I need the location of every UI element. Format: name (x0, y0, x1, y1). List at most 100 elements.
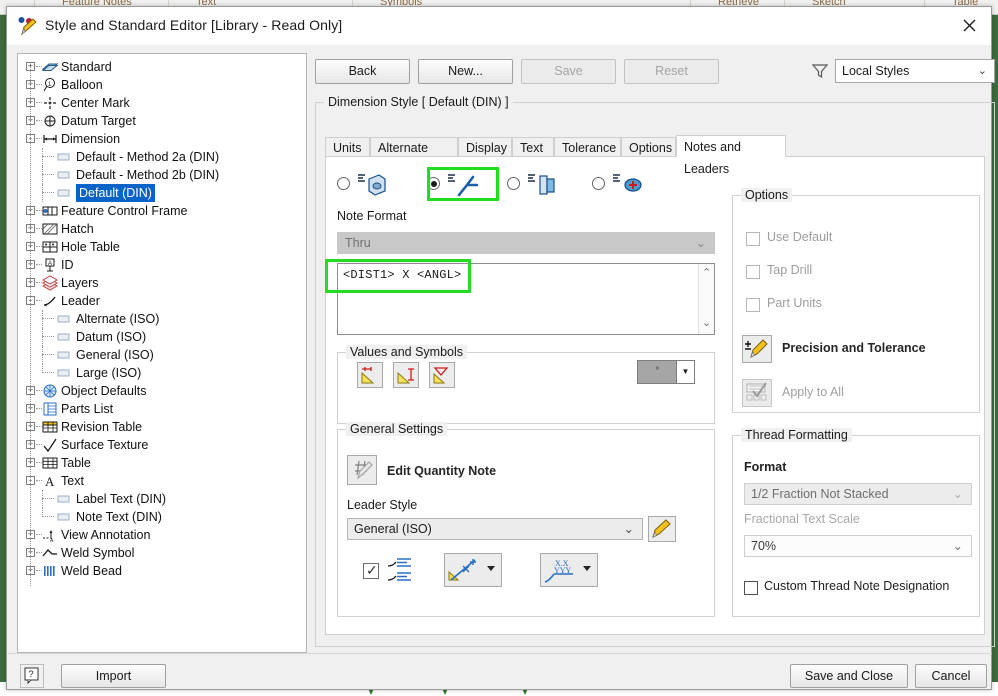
datum-target-icon (42, 113, 58, 129)
tab-units[interactable]: Units (325, 137, 370, 157)
radio-button[interactable] (337, 177, 350, 190)
leader-style-value: General (ISO) (354, 522, 432, 536)
checkbox-part-units[interactable] (746, 298, 760, 312)
leader-stacked-text-split-button[interactable]: X.X YYY (540, 553, 598, 587)
fractional-text-scale-dropdown[interactable]: 70% ⌄ (744, 535, 972, 557)
chamfer-distance2-icon-button[interactable] (393, 362, 419, 388)
tree-item[interactable]: General (ISO) (18, 346, 306, 364)
tree-item[interactable]: + A View Annotation (18, 526, 306, 544)
tree-item-label: Default (DIN) (76, 184, 155, 202)
id-icon: A (42, 257, 58, 273)
edit-quantity-note-button[interactable] (347, 455, 377, 485)
new-button[interactable]: New... (418, 59, 513, 84)
save-and-close-button[interactable]: Save and Close (790, 664, 908, 688)
tree-item[interactable]: Datum (ISO) (18, 328, 306, 346)
leader-style-dropdown[interactable]: General (ISO) ⌄ (347, 518, 643, 540)
tree-item[interactable]: + Hatch (18, 220, 306, 238)
tree-item[interactable]: + Layers (18, 274, 306, 292)
tree-item-label: Note Text (DIN) (76, 510, 162, 524)
symbol-dropdown[interactable]: ° ▼ (637, 360, 695, 384)
tree-item[interactable]: + Center Mark (18, 94, 306, 112)
tree-item[interactable]: + Weld Symbol (18, 544, 306, 562)
radio-button[interactable] (507, 177, 520, 190)
edit-leader-style-button[interactable] (648, 516, 676, 542)
tree-item[interactable]: + Hole Table (18, 238, 306, 256)
tab-tolerance[interactable]: Tolerance (554, 137, 621, 157)
tree-item[interactable]: - Leader (18, 292, 306, 310)
tree-item[interactable]: Default - Method 2b (DIN) (18, 166, 306, 184)
bend-note-icon[interactable] (612, 173, 642, 202)
tree-connector (42, 516, 54, 517)
radio-button[interactable] (592, 177, 605, 190)
close-button[interactable] (947, 7, 991, 43)
reset-button[interactable]: Reset (624, 59, 719, 84)
tree-item-label: Leader (61, 294, 100, 308)
note-type-option-1[interactable] (337, 173, 397, 197)
style-filter-dropdown[interactable]: Local Styles ⌄ (835, 59, 995, 83)
tree-connector (42, 310, 43, 328)
scroll-down-icon[interactable]: ⌄ (702, 316, 711, 329)
tree-item[interactable]: Note Text (DIN) (18, 508, 306, 526)
chamfer-distance-icon-button[interactable] (357, 362, 383, 388)
note-textarea-scrollbar[interactable]: ⌃ ⌄ (698, 264, 714, 334)
tree-item[interactable]: +1 Balloon (18, 76, 306, 94)
tree-item[interactable]: Label Text (DIN) (18, 490, 306, 508)
back-button[interactable]: Back (315, 59, 410, 84)
help-icon[interactable]: ? (20, 664, 44, 688)
tab-notes-and-leaders[interactable]: Notes and Leaders (676, 135, 786, 176)
apply-to-all-button[interactable] (742, 379, 772, 407)
note-format-label: Note Format (337, 209, 407, 223)
chamfer-angle-icon-button[interactable] (429, 362, 455, 388)
tree-item[interactable]: + Standard (18, 58, 306, 76)
punch-note-icon[interactable] (527, 173, 557, 202)
chevron-down-icon[interactable] (487, 566, 495, 571)
tree-item[interactable]: + Weld Bead (18, 562, 306, 580)
leader-arrowhead-split-button[interactable] (444, 553, 502, 587)
tree-item[interactable]: + Object Defaults (18, 382, 306, 400)
tree-item[interactable]: + A ID (18, 256, 306, 274)
import-button[interactable]: Import (61, 664, 166, 688)
tree-item[interactable]: - A Text (18, 472, 306, 490)
note-type-option-3[interactable] (507, 173, 567, 197)
chevron-down-icon[interactable] (583, 566, 591, 571)
symbol-dropdown-arrow[interactable]: ▼ (676, 361, 694, 383)
tree-item[interactable]: + Feature Control Frame (18, 202, 306, 220)
tree-item[interactable]: + Datum Target (18, 112, 306, 130)
tree-item[interactable]: + Parts List (18, 400, 306, 418)
svg-text:A: A (50, 538, 54, 543)
dimension-style-tabs[interactable]: UnitsAlternate UnitsDisplayTextTolerance… (325, 135, 985, 176)
footer-divider (8, 653, 992, 654)
thread-format-dropdown[interactable]: 1/2 Fraction Not Stacked ⌄ (744, 483, 972, 505)
hole-note-icon[interactable] (357, 173, 387, 202)
checkbox-tap-drill[interactable] (746, 265, 760, 279)
tree-item[interactable]: - Dimension (18, 130, 306, 148)
tree-item-label: Center Mark (61, 96, 130, 110)
tab-text[interactable]: Text (512, 137, 554, 157)
checkbox-use-default[interactable] (746, 232, 760, 246)
tree-item-label: Default - Method 2a (DIN) (76, 150, 220, 164)
scroll-up-icon[interactable]: ⌃ (702, 266, 711, 279)
tree-item-label: Layers (61, 276, 99, 290)
tab-options[interactable]: Options (621, 137, 676, 157)
custom-thread-note-designation-checkbox[interactable] (744, 581, 758, 595)
tree-item-label: Object Defaults (61, 384, 147, 398)
tab-display[interactable]: Display (458, 137, 512, 157)
tab-alternate-units[interactable]: Alternate Units (370, 137, 458, 175)
tree-item[interactable]: Large (ISO) (18, 364, 306, 382)
note-format-dropdown[interactable]: Thru ⌄ (337, 232, 715, 254)
leader-text-wrap-checkbox[interactable]: ✓ (363, 562, 379, 579)
tree-item[interactable]: + Surface Texture (18, 436, 306, 454)
tree-item[interactable]: Alternate (ISO) (18, 310, 306, 328)
style-tree-panel[interactable]: + Standard +1 Balloon + Center Mark + Datum Tar… (17, 53, 307, 653)
cancel-button[interactable]: Cancel (915, 664, 987, 688)
tree-item[interactable]: + Revision Table (18, 418, 306, 436)
tree-item[interactable]: + Table (18, 454, 306, 472)
tree-item[interactable]: Default (DIN) (18, 184, 306, 202)
tree-item-label: Hatch (61, 222, 94, 236)
save-button[interactable]: Save (521, 59, 616, 84)
view-annotation-icon: A (42, 527, 58, 544)
custom-thread-note-designation-label: Custom Thread Note Designation (764, 579, 950, 593)
tree-item[interactable]: Default - Method 2a (DIN) (18, 148, 306, 166)
precision-and-tolerance-button[interactable] (742, 335, 772, 363)
note-type-option-4[interactable] (592, 173, 652, 197)
